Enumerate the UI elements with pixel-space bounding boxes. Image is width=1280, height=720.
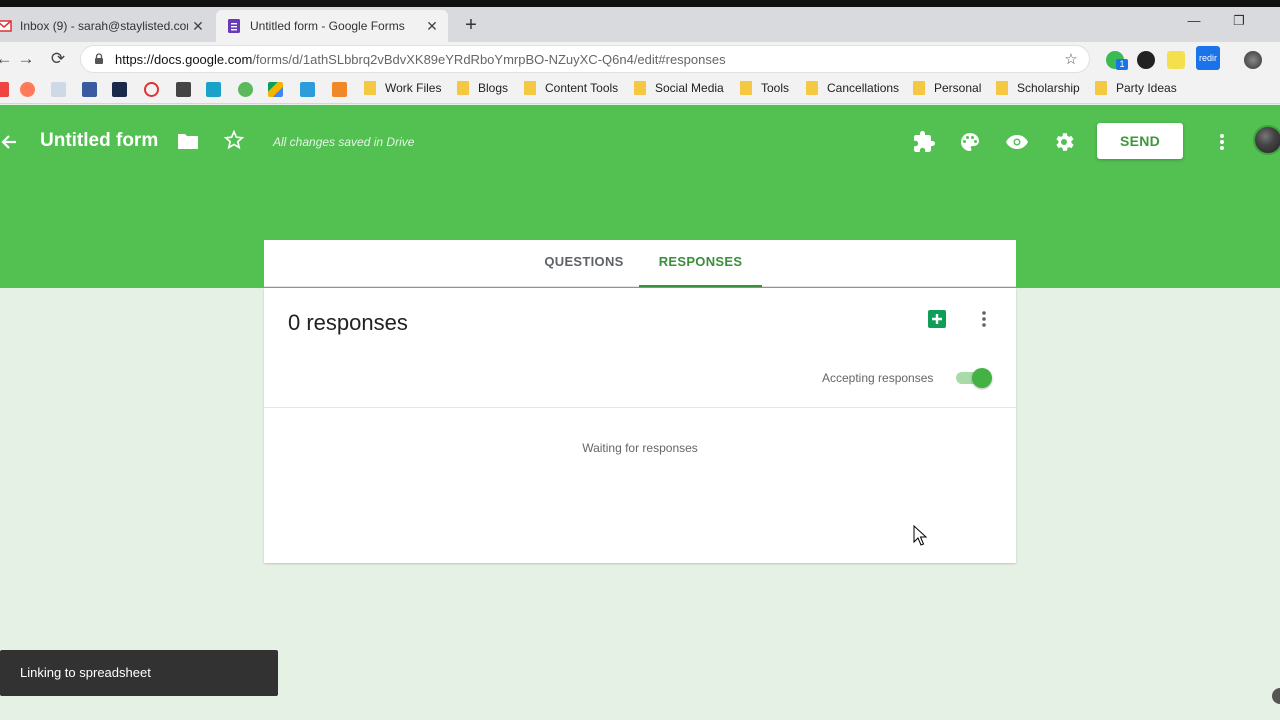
divider — [264, 407, 1016, 408]
url-host: https://docs.google.com — [115, 51, 253, 67]
browser-tab-strip: Inbox (9) - sarah@staylisted.com ✕ Untit… — [0, 0, 1280, 42]
folder-icon[interactable] — [177, 132, 199, 150]
browser-tab-forms[interactable]: Untitled form - Google Forms ✕ — [216, 10, 448, 42]
bookmark-folder[interactable]: Cancellations — [806, 81, 899, 95]
folder-icon — [634, 81, 646, 95]
url-text: https://docs.google.com/forms/d/1athSLbb… — [115, 52, 1061, 67]
bookmark-folder[interactable]: Personal — [913, 81, 981, 95]
hubspot-icon[interactable] — [20, 82, 35, 97]
toggle-knob — [972, 368, 992, 388]
bl-icon[interactable] — [112, 82, 127, 97]
mouse-cursor-icon — [913, 525, 927, 546]
forward-icon[interactable]: → — [14, 47, 38, 71]
extension-dark-icon[interactable] — [1137, 51, 1155, 69]
reload-icon[interactable]: ⟳ — [46, 47, 70, 71]
settings-gear-icon[interactable] — [1052, 130, 1076, 154]
close-icon[interactable]: ✕ — [188, 18, 208, 35]
bookmark-icon[interactable] — [206, 82, 221, 97]
browser-tab-inbox[interactable]: Inbox (9) - sarah@staylisted.com ✕ — [0, 10, 214, 42]
more-vert-icon[interactable] — [980, 309, 988, 329]
restore-button[interactable]: ❐ — [1224, 13, 1254, 29]
folder-icon — [1095, 81, 1107, 95]
extension-yellow-icon[interactable] — [1167, 51, 1185, 69]
bookmark-folder-label: Tools — [761, 81, 790, 95]
folder-icon — [996, 81, 1008, 95]
bookmark-folder-label: Work Files — [385, 81, 442, 95]
add-ons-icon[interactable] — [912, 130, 936, 154]
bookmark-star-icon[interactable]: ☆ — [1061, 50, 1081, 68]
more-vert-icon[interactable] — [1214, 130, 1230, 154]
bookmark-folder-label: Blogs — [478, 81, 509, 95]
palette-icon[interactable] — [958, 130, 982, 154]
google-forms-icon — [228, 19, 240, 33]
close-icon[interactable]: ✕ — [422, 18, 442, 35]
folder-icon — [913, 81, 925, 95]
form-title[interactable]: Untitled form — [40, 130, 158, 152]
bookmark-icon[interactable] — [51, 82, 66, 97]
new-tab-button[interactable]: + — [461, 14, 481, 37]
preview-eye-icon[interactable] — [1005, 130, 1029, 154]
form-tabs: QUESTIONS RESPONSES — [264, 240, 1016, 287]
address-bar[interactable]: https://docs.google.com/forms/d/1athSLbb… — [80, 45, 1090, 73]
bookmark-folder[interactable]: Blogs — [457, 81, 508, 95]
browser-tab-title: Inbox (9) - sarah@staylisted.com — [20, 19, 188, 33]
bookmark-folder[interactable]: Party Ideas — [1095, 81, 1177, 95]
back-arrow-icon[interactable] — [0, 130, 20, 154]
bookmark-folder-label: Content Tools — [545, 81, 619, 95]
bookmark-icon[interactable] — [144, 82, 159, 97]
help-button[interactable] — [1272, 688, 1280, 704]
bookmark-folder[interactable]: Content Tools — [524, 81, 618, 95]
bookmark-folder[interactable]: Social Media — [634, 81, 724, 95]
bookmark-folder[interactable]: Scholarship — [996, 81, 1080, 95]
send-button[interactable]: SEND — [1097, 123, 1183, 159]
bookmark-folder-label: Personal — [934, 81, 982, 95]
empty-state-text: Waiting for responses — [582, 441, 698, 455]
browser-tab-title: Untitled form - Google Forms — [250, 19, 405, 33]
response-count: 0 responses — [288, 310, 408, 335]
bookmark-icon[interactable] — [332, 82, 347, 97]
bookmark-icon[interactable] — [300, 82, 315, 97]
bookmark-icon[interactable] — [82, 82, 97, 97]
bookmark-folder-label: Scholarship — [1017, 81, 1080, 95]
bookmark-folder-label: Social Media — [655, 81, 724, 95]
minimize-button[interactable]: — — [1179, 13, 1209, 28]
url-path: /forms/d/1athSLbbrq2vBdvXK89eYRdRboYmrpB… — [252, 51, 726, 67]
bookmark-folder[interactable]: Work Files — [364, 81, 441, 95]
google-drive-icon[interactable] — [268, 82, 283, 97]
tab-questions[interactable]: QUESTIONS — [529, 240, 639, 287]
profile-avatar-icon[interactable] — [1244, 51, 1262, 69]
accepting-responses-label: Accepting responses — [822, 371, 934, 385]
extension-redir-icon[interactable]: redir — [1196, 46, 1220, 70]
bookmark-folder[interactable]: Tools — [740, 81, 789, 95]
folder-icon — [524, 81, 536, 95]
extension-badge: 1 — [1116, 59, 1128, 70]
browser-toolbar: ← → ⟳ https://docs.google.com/forms/d/1a… — [0, 42, 1280, 76]
star-icon[interactable] — [224, 130, 244, 150]
accepting-responses-toggle[interactable] — [956, 368, 992, 388]
bookmark-icon[interactable] — [176, 82, 191, 97]
gmail-icon — [0, 20, 12, 32]
folder-icon — [457, 81, 469, 95]
responses-card: 0 responses Accepting responses Waiting … — [264, 288, 1016, 563]
bookmark-folder-label: Cancellations — [827, 81, 900, 95]
bookmark-icon[interactable] — [0, 82, 9, 97]
folder-icon — [364, 81, 376, 95]
bookmark-icon[interactable] — [238, 82, 253, 97]
folder-icon — [806, 81, 818, 95]
folder-icon — [740, 81, 752, 95]
save-status: All changes saved in Drive — [273, 135, 415, 149]
lock-icon — [95, 53, 103, 64]
tab-responses[interactable]: RESPONSES — [639, 240, 762, 287]
account-avatar[interactable] — [1253, 125, 1280, 155]
bookmarks-bar: Work Files Blogs Content Tools Social Me… — [0, 76, 1280, 104]
create-spreadsheet-icon[interactable] — [928, 310, 946, 328]
bookmark-folder-label: Party Ideas — [1116, 81, 1177, 95]
snackbar: Linking to spreadsheet — [0, 650, 278, 696]
